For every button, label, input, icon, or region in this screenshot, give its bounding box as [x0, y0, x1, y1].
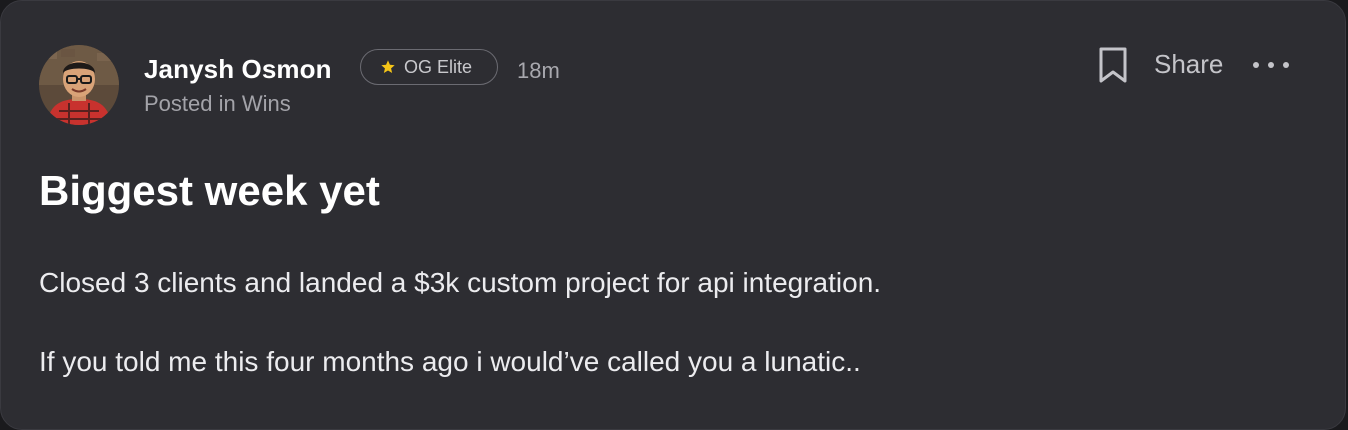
post-body-paragraph: Closed 3 clients and landed a $3k custom… [39, 267, 882, 298]
author-name[interactable]: Janysh Osmon [144, 54, 332, 85]
post-card: Janysh Osmon OG Elite 18m Posted in Wins… [0, 0, 1346, 430]
post-title: Biggest week yet [39, 167, 380, 214]
posted-in-category[interactable]: Posted in Wins [144, 91, 291, 117]
more-horizontal-icon [1253, 62, 1289, 68]
post-body-paragraph: If you told me this four months ago i wo… [39, 346, 861, 377]
author-avatar[interactable] [39, 45, 119, 125]
avatar-image [39, 45, 119, 125]
bookmark-button[interactable] [1097, 46, 1129, 84]
star-icon [381, 60, 395, 73]
share-button[interactable]: Share [1154, 49, 1223, 80]
post-timestamp: 18m [517, 58, 560, 83]
bookmark-icon [1099, 47, 1127, 83]
more-options-button[interactable] [1251, 57, 1291, 73]
badge-label: OG Elite [404, 56, 473, 77]
og-elite-badge: OG Elite [360, 49, 498, 85]
